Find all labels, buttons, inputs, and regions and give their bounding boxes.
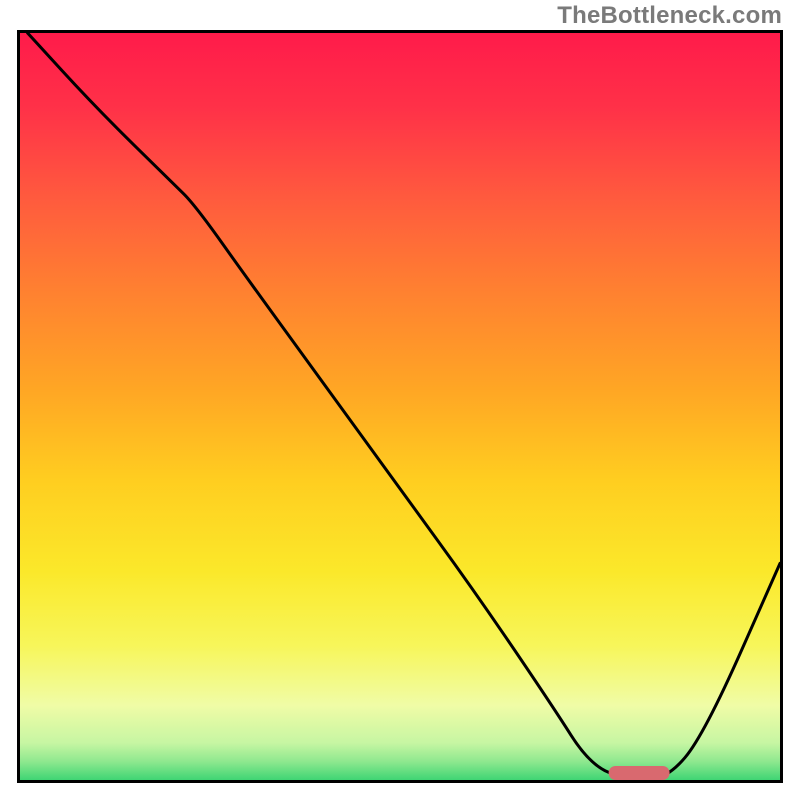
watermark-label: TheBottleneck.com [557,2,782,30]
chart-plot-area [20,33,780,780]
gradient-background [20,33,780,780]
chart-frame [17,30,783,783]
optimal-range-marker [609,766,670,780]
